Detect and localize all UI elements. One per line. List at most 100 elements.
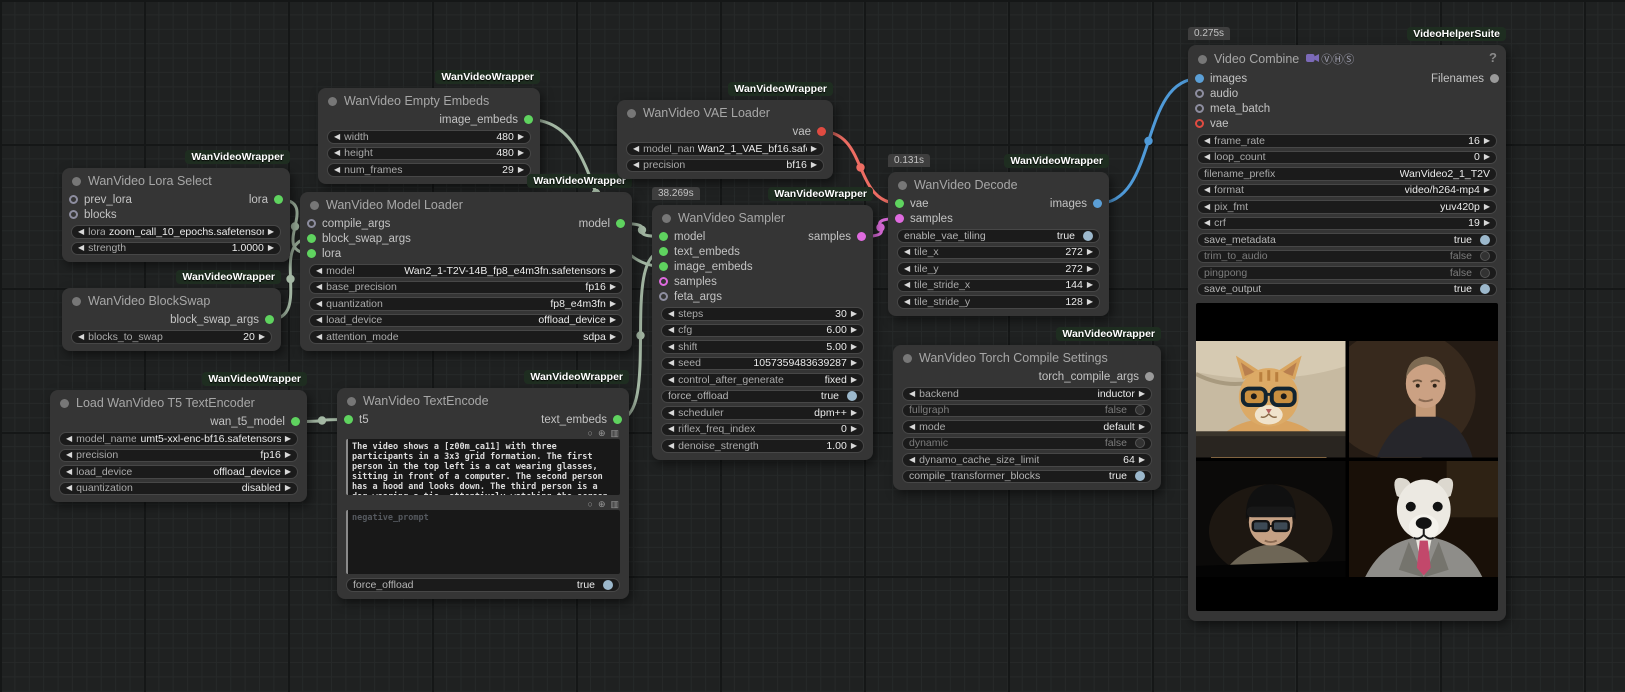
increment-arrow[interactable]: ▶ xyxy=(518,133,524,141)
decrement-arrow[interactable]: ◀ xyxy=(633,145,639,153)
widget-tile_x[interactable]: ◀tile_x272▶ xyxy=(897,246,1100,260)
increment-arrow[interactable]: ▶ xyxy=(1087,265,1093,273)
decrement-arrow[interactable]: ◀ xyxy=(904,265,910,273)
input-slot-dot[interactable] xyxy=(307,219,316,228)
output-slot-dot[interactable] xyxy=(524,115,533,124)
toggle-dot[interactable] xyxy=(1135,438,1145,448)
increment-arrow[interactable]: ▶ xyxy=(610,267,616,275)
widget-cfg[interactable]: ◀cfg6.00▶ xyxy=(661,324,864,338)
widget-dynamic[interactable]: dynamicfalse xyxy=(902,437,1152,451)
increment-arrow[interactable]: ▶ xyxy=(610,316,616,324)
widget-control_after_generate[interactable]: ◀control_after_generatefixed▶ xyxy=(661,373,864,387)
toggle-dot[interactable] xyxy=(1480,251,1490,261)
decrement-arrow[interactable]: ◀ xyxy=(668,343,674,351)
crosshair-icon[interactable]: ⊕ xyxy=(598,428,606,438)
toggle-dot[interactable] xyxy=(1480,235,1490,245)
output-slot-dot[interactable] xyxy=(291,417,300,426)
decrement-arrow[interactable]: ◀ xyxy=(316,333,322,341)
decrement-arrow[interactable]: ◀ xyxy=(1204,153,1210,161)
decrement-arrow[interactable]: ◀ xyxy=(66,468,72,476)
decrement-arrow[interactable]: ◀ xyxy=(1204,203,1210,211)
increment-arrow[interactable]: ▶ xyxy=(851,326,857,334)
node-sampler[interactable]: 38.269sWanVideoWrapperWanVideo Samplermo… xyxy=(652,205,873,460)
collapse-dot[interactable] xyxy=(347,397,356,406)
increment-arrow[interactable]: ▶ xyxy=(1484,219,1490,227)
decrement-arrow[interactable]: ◀ xyxy=(668,326,674,334)
increment-arrow[interactable]: ▶ xyxy=(285,451,291,459)
widget-load_device[interactable]: ◀load_deviceoffload_device▶ xyxy=(309,314,623,328)
decrement-arrow[interactable]: ◀ xyxy=(316,283,322,291)
widget-save_metadata[interactable]: save_metadatatrue xyxy=(1197,233,1497,247)
graph-canvas[interactable]: WanVideoWrapperWanVideo Lora Selectprev_… xyxy=(0,0,1625,692)
widget-model_name[interactable]: ◀model_nameWan2_1_VAE_bf16.safete...▶ xyxy=(626,142,824,156)
toggle-dot[interactable] xyxy=(1083,231,1093,241)
node-vae_loader[interactable]: WanVideoWrapperWanVideo VAE Loadervae◀mo… xyxy=(617,100,833,179)
node-video_combine[interactable]: 0.275sVideoHelperSuiteVideo CombineⓋⒽⓈ?i… xyxy=(1188,45,1506,621)
toggle-dot[interactable] xyxy=(1135,405,1145,415)
node-t5_loader[interactable]: WanVideoWrapperLoad WanVideo T5 TextEnco… xyxy=(50,390,307,502)
output-slot-dot[interactable] xyxy=(659,247,668,256)
increment-arrow[interactable]: ▶ xyxy=(268,228,274,236)
decrement-arrow[interactable]: ◀ xyxy=(668,409,674,417)
widget-loop_count[interactable]: ◀loop_count0▶ xyxy=(1197,151,1497,165)
decrement-arrow[interactable]: ◀ xyxy=(668,425,674,433)
widget-filename_prefix[interactable]: filename_prefixWanVideo2_1_T2V xyxy=(1197,167,1497,181)
decrement-arrow[interactable]: ◀ xyxy=(668,359,674,367)
increment-arrow[interactable]: ▶ xyxy=(259,333,265,341)
decrement-arrow[interactable]: ◀ xyxy=(904,298,910,306)
increment-arrow[interactable]: ▶ xyxy=(285,435,291,443)
collapse-dot[interactable] xyxy=(662,214,671,223)
toggle-dot[interactable] xyxy=(1480,284,1490,294)
widget-save_output[interactable]: save_outputtrue xyxy=(1197,283,1497,297)
output-slot-dot[interactable] xyxy=(659,232,668,241)
node-model_loader[interactable]: WanVideoWrapperWanVideo Model Loadercomp… xyxy=(300,192,632,351)
widget-denoise_strength[interactable]: ◀denoise_strength1.00▶ xyxy=(661,439,864,453)
increment-arrow[interactable]: ▶ xyxy=(1484,153,1490,161)
increment-arrow[interactable]: ▶ xyxy=(851,376,857,384)
widget-model_name[interactable]: ◀model_nameumt5-xxl-enc-bf16.safetensors… xyxy=(59,432,298,446)
output-slot-dot[interactable] xyxy=(307,249,316,258)
increment-arrow[interactable]: ▶ xyxy=(851,425,857,433)
decrement-arrow[interactable]: ◀ xyxy=(316,267,322,275)
increment-arrow[interactable]: ▶ xyxy=(518,149,524,157)
increment-arrow[interactable]: ▶ xyxy=(610,333,616,341)
widget-model[interactable]: ◀modelWan2_1-T2V-14B_fp8_e4m3fn.safetens… xyxy=(309,264,623,278)
widget-shift[interactable]: ◀shift5.00▶ xyxy=(661,340,864,354)
decrement-arrow[interactable]: ◀ xyxy=(78,333,84,341)
widget-height[interactable]: ◀height480▶ xyxy=(327,147,531,161)
widget-load_device[interactable]: ◀load_deviceoffload_device▶ xyxy=(59,465,298,479)
output-slot-dot[interactable] xyxy=(659,262,668,271)
output-slot-dot[interactable] xyxy=(1490,74,1499,83)
collapse-dot[interactable] xyxy=(328,97,337,106)
decrement-arrow[interactable]: ◀ xyxy=(909,390,915,398)
node-lora_select[interactable]: WanVideoWrapperWanVideo Lora Selectprev_… xyxy=(62,168,290,262)
input-slot-dot[interactable] xyxy=(69,195,78,204)
toggle-dot[interactable] xyxy=(1480,268,1490,278)
increment-arrow[interactable]: ▶ xyxy=(1139,456,1145,464)
decrement-arrow[interactable]: ◀ xyxy=(633,161,639,169)
widget-crf[interactable]: ◀crf19▶ xyxy=(1197,217,1497,231)
collapse-dot[interactable] xyxy=(310,201,319,210)
widget-steps[interactable]: ◀steps30▶ xyxy=(661,307,864,321)
node-blockswap[interactable]: WanVideoWrapperWanVideo BlockSwapblock_s… xyxy=(62,288,281,351)
widget-mode[interactable]: ◀modedefault▶ xyxy=(902,420,1152,434)
decrement-arrow[interactable]: ◀ xyxy=(66,435,72,443)
widget-num_frames[interactable]: ◀num_frames29▶ xyxy=(327,163,531,177)
increment-arrow[interactable]: ▶ xyxy=(610,300,616,308)
output-slot-dot[interactable] xyxy=(307,234,316,243)
input-slot-dot[interactable] xyxy=(659,277,668,286)
circle-icon[interactable]: ○ xyxy=(588,428,593,438)
collapse-dot[interactable] xyxy=(903,354,912,363)
decrement-arrow[interactable]: ◀ xyxy=(1204,186,1210,194)
input-slot-dot[interactable] xyxy=(659,292,668,301)
help-icon[interactable]: ? xyxy=(1489,50,1497,65)
decrement-arrow[interactable]: ◀ xyxy=(904,248,910,256)
widget-force_offload[interactable]: force_offloadtrue xyxy=(661,390,864,404)
decrement-arrow[interactable]: ◀ xyxy=(66,484,72,492)
widget-precision[interactable]: ◀precisionbf16▶ xyxy=(626,159,824,173)
decrement-arrow[interactable]: ◀ xyxy=(316,316,322,324)
input-slot-dot[interactable] xyxy=(1195,89,1204,98)
widget-scheduler[interactable]: ◀schedulerdpm++▶ xyxy=(661,406,864,420)
output-slot-dot[interactable] xyxy=(344,415,353,424)
increment-arrow[interactable]: ▶ xyxy=(268,244,274,252)
